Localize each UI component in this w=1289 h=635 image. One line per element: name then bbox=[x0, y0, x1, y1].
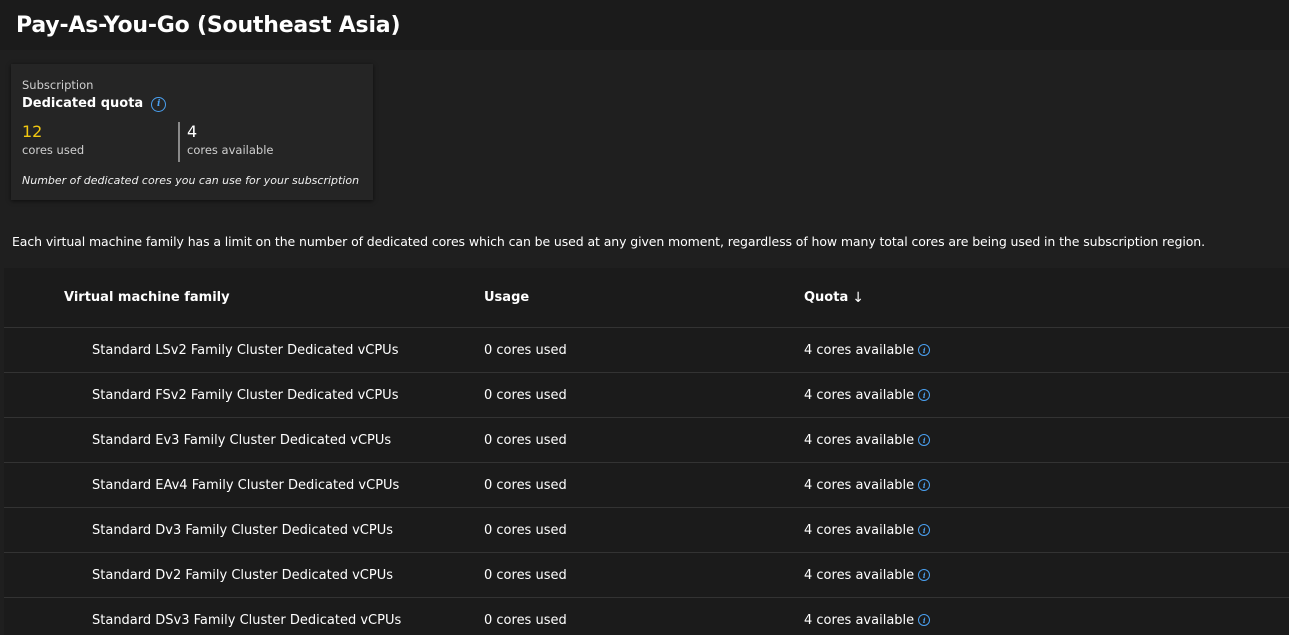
family-cell: Standard LSv2 Family Cluster Dedicated v… bbox=[92, 342, 399, 358]
cores-available-stat: 4 cores available bbox=[178, 122, 273, 162]
usage-cell: 0 cores used bbox=[484, 342, 567, 358]
info-icon[interactable]: i bbox=[151, 96, 167, 112]
quota-cell-text: 4 cores available bbox=[804, 342, 915, 358]
quota-cell-text: 4 cores available bbox=[804, 522, 915, 538]
family-cell: Standard EAv4 Family Cluster Dedicated v… bbox=[92, 477, 400, 493]
page-title: Pay-As-You-Go (Southeast Asia) bbox=[16, 12, 401, 38]
info-icon[interactable]: i bbox=[918, 434, 931, 446]
sort-descending-icon[interactable]: ↓ bbox=[852, 290, 864, 306]
card-kicker: Subscription bbox=[22, 78, 94, 92]
quota-cell-text: 4 cores available bbox=[804, 387, 915, 403]
table-row[interactable]: Standard DSv3 Family Cluster Dedicated v… bbox=[4, 598, 1289, 635]
page: Pay-As-You-Go (Southeast Asia) Subscript… bbox=[0, 0, 1289, 635]
column-header-quota-label: Quota bbox=[804, 290, 849, 305]
info-icon[interactable]: i bbox=[918, 389, 931, 401]
quota-stats: 12 cores used 4 cores available bbox=[22, 122, 362, 162]
column-header-family[interactable]: Virtual machine family bbox=[4, 290, 484, 305]
usage-cell: 0 cores used bbox=[484, 477, 567, 493]
table-row[interactable]: Standard LSv2 Family Cluster Dedicated v… bbox=[4, 328, 1289, 373]
info-icon[interactable]: i bbox=[918, 479, 931, 491]
quota-cell: 4 cores available i bbox=[804, 612, 931, 628]
cores-used-stat: 12 cores used bbox=[22, 122, 178, 162]
family-cell: Standard Dv2 Family Cluster Dedicated vC… bbox=[92, 567, 393, 583]
cores-available-value: 4 bbox=[187, 122, 198, 141]
info-icon[interactable]: i bbox=[918, 344, 931, 356]
card-heading: Dedicated quota i bbox=[22, 96, 362, 112]
usage-cell: 0 cores used bbox=[484, 432, 567, 448]
cores-used-value: 12 bbox=[22, 122, 43, 141]
quota-cell: 4 cores available i bbox=[804, 567, 931, 583]
family-cell: Standard Dv3 Family Cluster Dedicated vC… bbox=[92, 522, 393, 538]
card-note: Number of dedicated cores you can use fo… bbox=[22, 174, 360, 187]
usage-cell: 0 cores used bbox=[484, 387, 567, 403]
column-header-quota[interactable]: Quota ↓ bbox=[804, 290, 864, 306]
info-icon[interactable]: i bbox=[918, 524, 931, 536]
vm-family-table: Virtual machine family Usage Quota ↓ Sta… bbox=[4, 268, 1289, 635]
usage-cell: 0 cores used bbox=[484, 567, 567, 583]
table-row[interactable]: Standard FSv2 Family Cluster Dedicated v… bbox=[4, 373, 1289, 418]
quota-cell-text: 4 cores available bbox=[804, 432, 915, 448]
cores-available-label: cores available bbox=[187, 143, 274, 157]
quota-cell: 4 cores available i bbox=[804, 522, 931, 538]
cores-used-label: cores used bbox=[22, 143, 85, 157]
table-row[interactable]: Standard Dv2 Family Cluster Dedicated vC… bbox=[4, 553, 1289, 598]
quota-cell: 4 cores available i bbox=[804, 432, 931, 448]
dedicated-quota-card: Subscription Dedicated quota i 12 cores … bbox=[11, 64, 373, 200]
usage-cell: 0 cores used bbox=[484, 612, 567, 628]
info-icon[interactable]: i bbox=[918, 614, 931, 626]
table-row[interactable]: Standard EAv4 Family Cluster Dedicated v… bbox=[4, 463, 1289, 508]
quota-cell-text: 4 cores available bbox=[804, 477, 915, 493]
usage-cell: 0 cores used bbox=[484, 522, 567, 538]
table-row[interactable]: Standard Dv3 Family Cluster Dedicated vC… bbox=[4, 508, 1289, 553]
quota-cell: 4 cores available i bbox=[804, 477, 931, 493]
title-bar: Pay-As-You-Go (Southeast Asia) bbox=[0, 0, 1289, 50]
table-header: Virtual machine family Usage Quota ↓ bbox=[4, 268, 1289, 328]
card-heading-text: Dedicated quota bbox=[22, 96, 144, 111]
table-row[interactable]: Standard Ev3 Family Cluster Dedicated vC… bbox=[4, 418, 1289, 463]
quota-cell-text: 4 cores available bbox=[804, 612, 915, 628]
quota-cell: 4 cores available i bbox=[804, 342, 931, 358]
family-cell: Standard Ev3 Family Cluster Dedicated vC… bbox=[92, 432, 392, 448]
column-header-usage[interactable]: Usage bbox=[484, 290, 804, 305]
info-icon[interactable]: i bbox=[918, 569, 931, 581]
family-limit-description: Each virtual machine family has a limit … bbox=[12, 234, 1205, 249]
family-cell: Standard DSv3 Family Cluster Dedicated v… bbox=[92, 612, 402, 628]
quota-cell-text: 4 cores available bbox=[804, 567, 915, 583]
quota-cell: 4 cores available i bbox=[804, 387, 931, 403]
family-cell: Standard FSv2 Family Cluster Dedicated v… bbox=[92, 387, 399, 403]
